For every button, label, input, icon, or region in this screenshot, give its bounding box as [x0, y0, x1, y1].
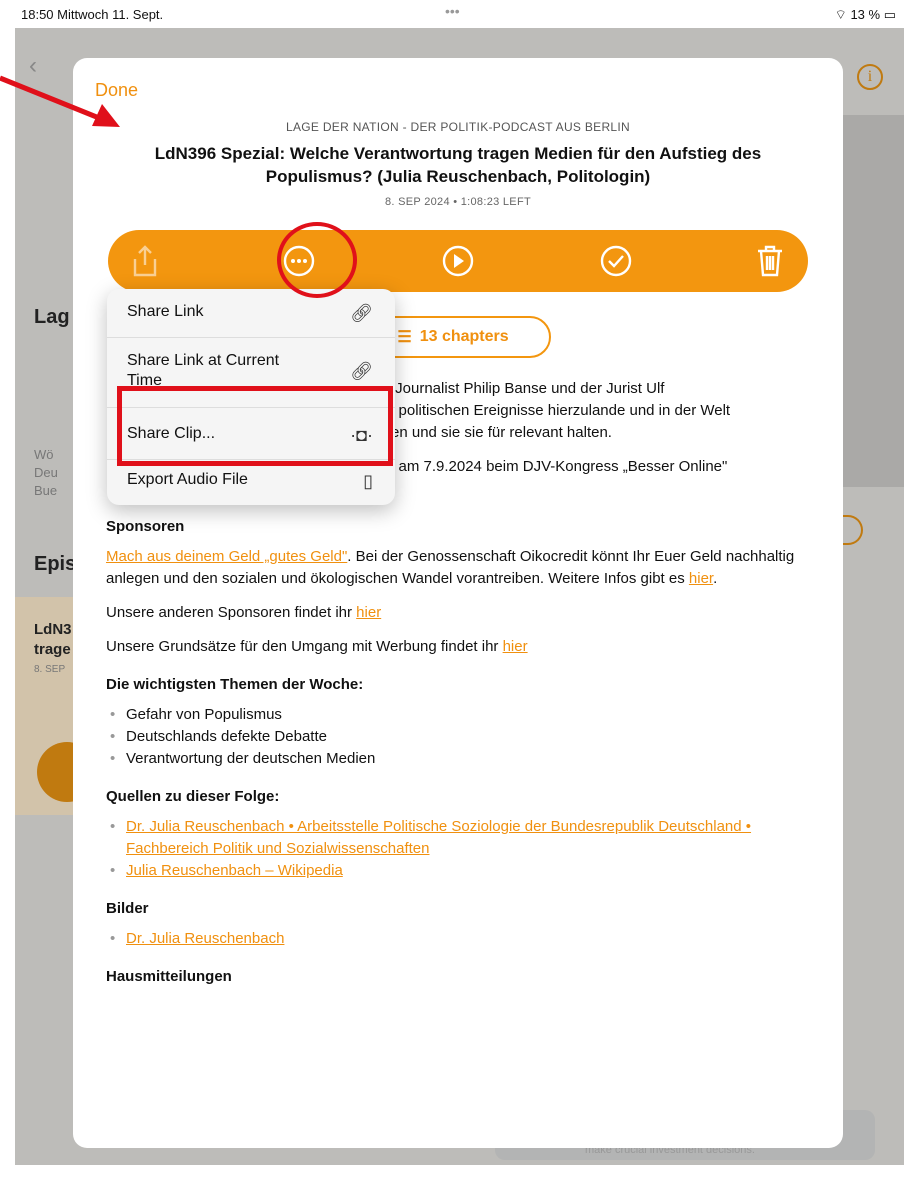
episode-toolbar — [108, 230, 808, 292]
ad-principles: Unsere Grundsätze für den Umgang mit Wer… — [106, 638, 528, 655]
source-link[interactable]: Julia Reuschenbach – Wikipedia — [126, 862, 343, 879]
bg-episodes-heading: Epis — [34, 553, 77, 575]
menu-divider — [107, 337, 395, 338]
other-sponsors-link[interactable]: hier — [356, 604, 381, 621]
quellen-list: Dr. Julia Reuschenbach • Arbeitsstelle P… — [106, 816, 816, 882]
trash-icon[interactable] — [753, 244, 787, 278]
bilder-list: Dr. Julia Reuschenbach — [106, 928, 816, 950]
quellen-heading: Quellen zu dieser Folge: — [106, 788, 280, 805]
list-item: Dr. Julia Reuschenbach • Arbeitsstelle P… — [106, 816, 816, 860]
list-item: Deutschlands defekte Debatte — [106, 726, 816, 748]
bg-description: Wö Deu Bue — [34, 447, 58, 498]
play-icon[interactable] — [441, 244, 475, 278]
list-item: Dr. Julia Reuschenbach — [106, 928, 816, 950]
battery-status: ⌔ 13 % ▭ — [834, 7, 896, 22]
sponsor-paragraph: Mach aus deinem Geld „gutes Geld". Bei d… — [106, 548, 795, 587]
image-credit-link[interactable]: Dr. Julia Reuschenbach — [126, 930, 284, 947]
annotation-circle — [277, 222, 357, 298]
menu-item-share-link[interactable]: Share Link 🔗︎ — [107, 303, 395, 323]
menu-item-share-link-time[interactable]: Share Link at Current Time 🔗︎ — [107, 351, 395, 389]
episode-title: LdN396 Spezial: Welche Verantwortung tra… — [154, 144, 762, 186]
themen-list: Gefahr von Populismus Deutschlands defek… — [106, 704, 816, 770]
multitask-dots-icon[interactable]: ••• — [445, 3, 460, 19]
bg-artwork — [843, 115, 904, 487]
annotation-arrow — [0, 75, 120, 127]
source-link[interactable]: Dr. Julia Reuschenbach • Arbeitsstelle P… — [126, 818, 751, 857]
hausmitteilungen-heading: Hausmitteilungen — [106, 968, 232, 985]
ipad-screen: 18:50 Mittwoch 11. Sept. ••• ⌔ 13 % ▭ ‹ … — [15, 0, 904, 1165]
bg-episode-title: LdN3 trage — [34, 621, 72, 658]
podcast-name: LAGE DER NATION - DER POLITIK-PODCAST AU… — [285, 120, 631, 134]
menu-item-export-audio[interactable]: Export Audio File ▯ — [107, 471, 395, 491]
share-icon[interactable] — [128, 244, 162, 278]
link-icon: 🔗︎ — [350, 303, 373, 323]
sponsor-hier-link[interactable]: hier — [689, 570, 713, 587]
bg-title-lag: Lag — [34, 306, 70, 328]
checkmark-icon[interactable] — [599, 244, 633, 278]
info-icon[interactable]: i — [857, 64, 883, 90]
list-item: Verantwortung der deutschen Medien — [106, 748, 816, 770]
themen-heading: Die wichtigsten Themen der Woche: — [106, 676, 364, 693]
sponsor-link[interactable]: Mach aus deinem Geld „gutes Geld" — [106, 548, 347, 565]
episode-meta: 8. SEP 2024 • 1:08:23 LEFT — [385, 196, 531, 208]
bg-circle-icon — [843, 515, 863, 545]
bilder-heading: Bilder — [106, 900, 149, 917]
list-icon: ☰ — [397, 329, 412, 346]
list-item: Julia Reuschenbach – Wikipedia — [106, 860, 816, 882]
ad-principles-link[interactable]: hier — [503, 638, 528, 655]
episode-detail-sheet: Done LAGE DER NATION - DER POLITIK-PODCA… — [73, 58, 843, 1148]
list-item: Gefahr von Populismus — [106, 704, 816, 726]
annotation-box — [117, 386, 393, 466]
link-icon: 🔗︎ — [350, 361, 373, 381]
document-icon: ▯ — [363, 471, 373, 491]
other-sponsors: Unsere anderen Sponsoren findet ihr hier — [106, 604, 382, 621]
bg-episode-date: 8. SEP — [34, 664, 66, 675]
status-bar: 18:50 Mittwoch 11. Sept. ••• ⌔ 13 % ▭ — [15, 0, 904, 28]
sponsoren-heading: Sponsoren — [106, 518, 185, 535]
